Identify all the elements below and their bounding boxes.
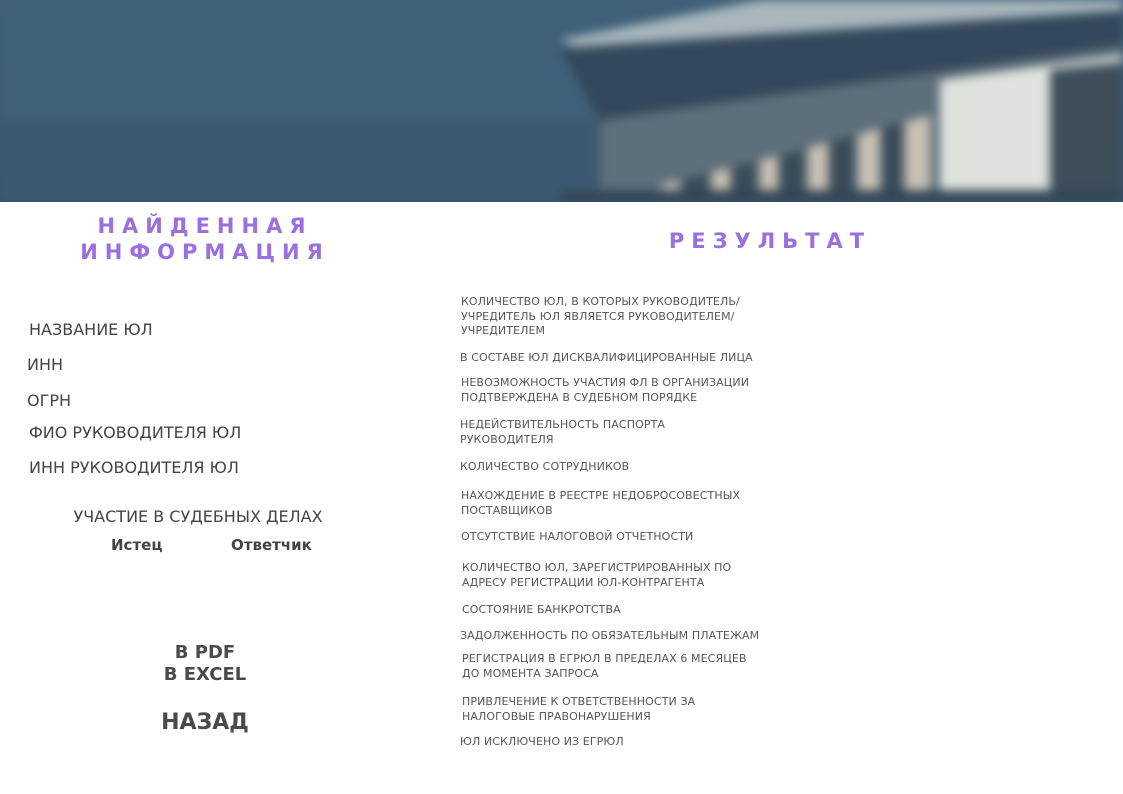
result-item-tax-offenses: ПРИВЛЕЧЕНИЕ К ОТВЕТСТВЕННОСТИ ЗА НАЛОГОВЫ…	[462, 695, 696, 723]
defendant-tab[interactable]: Ответчик	[231, 536, 312, 554]
result-item-unfair-suppliers: НАХОЖДЕНИЕ В РЕЕСТРЕ НЕДОБРОСОВЕСТНЫХ ПОС…	[461, 489, 741, 517]
sky-lower	[0, 120, 680, 202]
building-photo	[0, 0, 1123, 202]
result-item-affiliated-companies: КОЛИЧЕСТВО ЮЛ, В КОТОРЫХ РУКОВОДИТЕЛЬ/УЧ…	[461, 295, 740, 337]
found-info-title-line1: НАЙДЕННАЯ	[97, 214, 313, 238]
found-info-title: НАЙДЕННАЯ ИНФОРМАЦИЯ	[60, 213, 350, 265]
found-info-title-line2: ИНФОРМАЦИЯ	[80, 240, 330, 264]
result-item-bankruptcy: СОСТОЯНИЕ БАНКРОТСТВА	[462, 603, 621, 616]
result-item-participation-ban: НЕВОЗМОЖНОСТЬ УЧАСТИЯ ФЛ В ОРГАНИЗАЦИИ ПО…	[461, 376, 750, 404]
head-inn-field[interactable]: ИНН РУКОВОДИТЕЛЯ ЮЛ	[29, 458, 239, 477]
court-participation-title: УЧАСТИЕ В СУДЕБНЫХ ДЕЛАХ	[73, 507, 323, 526]
result-item-mass-address: КОЛИЧЕСТВО ЮЛ, ЗАРЕГИСТРИРОВАННЫХ ПО АДРЕ…	[462, 561, 732, 589]
inn-field[interactable]: ИНН	[27, 355, 63, 374]
company-name-field[interactable]: НАЗВАНИЕ ЮЛ	[29, 320, 153, 339]
export-excel-button[interactable]: В EXCEL	[100, 664, 310, 685]
plaintiff-tab[interactable]: Истец	[111, 536, 162, 554]
result-item-employee-count: КОЛИЧЕСТВО СОТРУДНИКОВ	[460, 460, 630, 473]
result-item-mandatory-debt: ЗАДОЛЖЕННОСТЬ ПО ОБЯЗАТЕЛЬНЫМ ПЛАТЕЖАМ	[460, 629, 760, 642]
result-item-recent-registration: РЕГИСТРАЦИЯ В ЕГРЮЛ В ПРЕДЕЛАХ 6 МЕСЯЦЕВ…	[462, 652, 747, 680]
export-pdf-button[interactable]: В PDF	[100, 642, 310, 663]
result-item-no-tax-reports: ОТСУТСТВИЕ НАЛОГОВОЙ ОТЧЕТНОСТИ	[461, 530, 694, 543]
result-item-excluded-from-register: ЮЛ ИСКЛЮЧЕНО ИЗ ЕГРЮЛ	[460, 735, 624, 748]
result-item-disqualified-persons: В СОСТАВЕ ЮЛ ДИСКВАЛИФИЦИРОВАННЫЕ ЛИЦА	[460, 351, 753, 364]
head-name-field[interactable]: ФИО РУКОВОДИТЕЛЯ ЮЛ	[29, 423, 241, 442]
result-title: РЕЗУЛЬТАТ	[668, 229, 872, 253]
hero-banner	[0, 0, 1123, 202]
back-button[interactable]: НАЗАД	[100, 710, 310, 735]
result-item-invalid-passport: НЕДЕЙСТВИТЕЛЬНОСТЬ ПАСПОРТА РУКОВОДИТЕЛЯ	[460, 418, 666, 446]
facade-shadow	[1050, 62, 1123, 202]
ground-shadow	[560, 190, 1123, 202]
ogrn-field[interactable]: ОГРН	[27, 391, 71, 410]
